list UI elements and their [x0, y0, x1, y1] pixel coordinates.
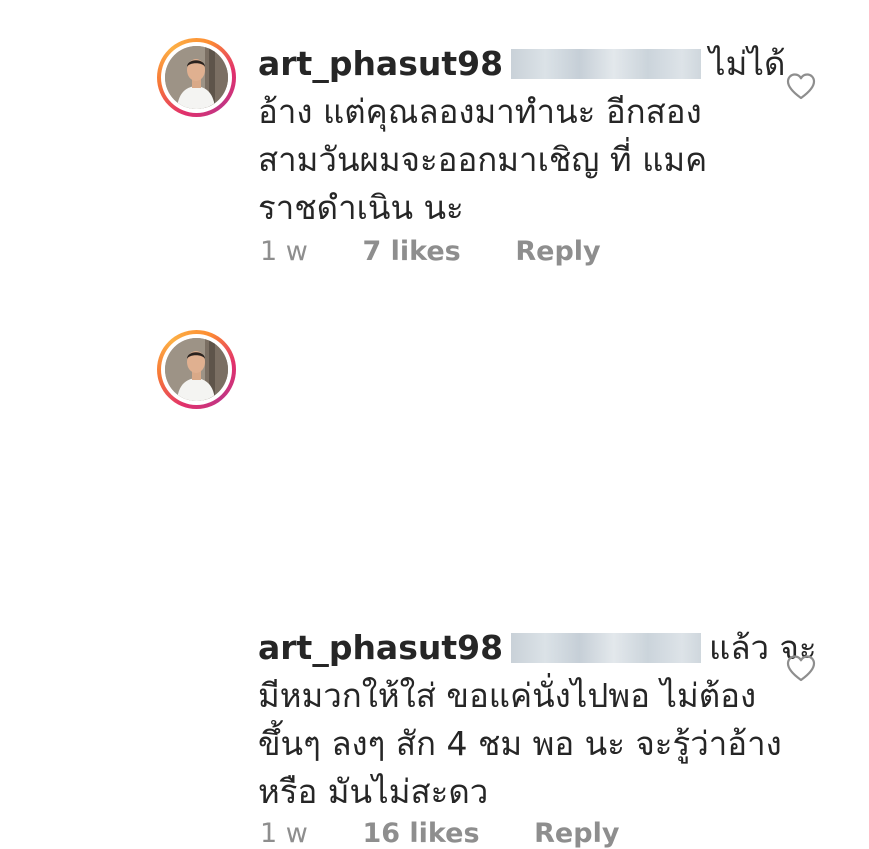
- redacted-mention: [511, 49, 702, 79]
- like-button[interactable]: [786, 72, 816, 100]
- comment-line: อ้าง แต่คุณลองมาทำนะ อีกสอง: [258, 92, 702, 131]
- comment-meta: 1 w 7 likes Reply: [260, 236, 601, 267]
- comment-first-line: art_phasut98 แล้ว จะ: [258, 624, 817, 672]
- comment-line: ขึ้นๆ ลงๆ สัก 4 ชม พอ นะ จะรู้ว่าอ้าง: [258, 724, 782, 763]
- like-button[interactable]: [786, 654, 816, 682]
- reply-button[interactable]: Reply: [515, 236, 600, 267]
- comment-timestamp[interactable]: 1 w: [260, 236, 308, 267]
- profile-photo: [165, 338, 228, 401]
- profile-photo: [165, 46, 228, 109]
- avatar[interactable]: [165, 46, 228, 109]
- redacted-mention: [511, 633, 702, 663]
- heart-outline-icon: [786, 655, 816, 682]
- comment-text: art_phasut98 แล้ว จะ มีหมวกให้ใส่ ขอแค่นั…: [258, 624, 817, 816]
- comment-timestamp[interactable]: 1 w: [260, 818, 308, 849]
- likes-count[interactable]: 7 likes: [362, 236, 460, 267]
- avatar[interactable]: [165, 338, 228, 401]
- comment-line: หรือ มันไม่สะดว: [258, 772, 489, 811]
- comment-line: ราชดำเนิน นะ: [258, 188, 464, 227]
- comment-line: สามวันผมจะออกมาเชิญ ที่ แมค: [258, 140, 708, 179]
- avatar-story-ring[interactable]: [157, 38, 236, 117]
- likes-count[interactable]: 16 likes: [362, 818, 479, 849]
- comment-meta: 1 w 16 likes Reply: [260, 818, 619, 849]
- avatar-story-ring[interactable]: [157, 330, 236, 409]
- username-link[interactable]: art_phasut98: [258, 628, 503, 667]
- comment-text: art_phasut98 ไม่ได้ อ้าง แต่คุณลองมาทำนะ …: [258, 40, 785, 232]
- username-link[interactable]: art_phasut98: [258, 44, 503, 83]
- comment-first-line: art_phasut98 ไม่ได้: [258, 40, 785, 88]
- reply-button[interactable]: Reply: [534, 818, 619, 849]
- comment-line: มีหมวกให้ใส่ ขอแค่นั่งไปพอ ไม่ต้อง: [258, 676, 757, 715]
- heart-outline-icon: [786, 73, 816, 100]
- comment-line: ไม่ได้: [709, 44, 786, 83]
